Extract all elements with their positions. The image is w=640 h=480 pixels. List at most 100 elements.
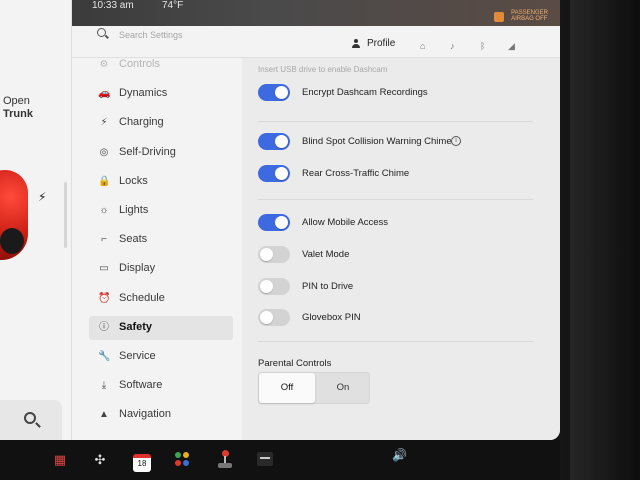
- dot: [183, 460, 189, 466]
- sidebar-item-navigation[interactable]: ▲ Navigation: [89, 403, 233, 427]
- sidebar-item-label: Software: [119, 379, 163, 392]
- dashboard-background: [570, 0, 640, 480]
- toggle-knob: [275, 216, 288, 229]
- settings-search-input[interactable]: [119, 27, 269, 43]
- signal-icon[interactable]: ◢: [508, 41, 515, 52]
- toggle-knob: [275, 86, 288, 99]
- panel-drag-handle[interactable]: [64, 182, 67, 248]
- sidebar-item-locks[interactable]: 🔒 Locks: [89, 170, 233, 194]
- toggle-label: Valet Mode: [302, 249, 350, 260]
- passenger-airbag-status: PASSENGER AIRBAG OFF: [511, 10, 548, 22]
- sidebar-item-safety[interactable]: ⓘ Safety: [89, 315, 233, 340]
- pin-to-drive-toggle[interactable]: [258, 278, 290, 295]
- charge-port-icon[interactable]: ⚡: [38, 190, 46, 204]
- settings-sidebar: ⚙ Controls 🚗 Dynamics ⚡ Charging ◎ Self-Driving…: [72, 58, 242, 440]
- trunk-action-label: Open: [3, 95, 30, 107]
- dot: [175, 452, 181, 458]
- dot: [183, 452, 189, 458]
- sidebar-item-label: Seats: [119, 233, 148, 246]
- sidebar-item-label: Self-Driving: [119, 145, 176, 158]
- toggle-knob: [260, 311, 273, 324]
- sidebar-item-display[interactable]: ▭ Display: [89, 257, 233, 281]
- map-search-button[interactable]: [0, 400, 62, 440]
- toggle-label: Glovebox PIN: [302, 312, 361, 323]
- sidebar-item-label: Controls: [119, 58, 160, 70]
- pin-to-drive-row[interactable]: PIN to Drive: [258, 278, 538, 296]
- rear-cross-traffic-row[interactable]: Rear Cross-Traffic Chime: [258, 165, 538, 183]
- sidebar-item-software[interactable]: ⤓ Software: [89, 374, 233, 398]
- toggle-label: Allow Mobile Access: [302, 217, 389, 228]
- section-divider: [258, 199, 533, 200]
- toggle-knob: [275, 167, 288, 180]
- parental-controls-title: Parental Controls: [258, 358, 332, 369]
- profile-button[interactable]: Profile: [367, 38, 395, 49]
- arcade-icon[interactable]: [218, 450, 232, 470]
- valet-mode-toggle[interactable]: [258, 246, 290, 263]
- alarm-clock-icon: ⏰: [98, 292, 111, 304]
- info-icon[interactable]: i: [451, 136, 461, 146]
- blind-spot-chime-toggle[interactable]: [258, 133, 290, 150]
- toybox-icon[interactable]: [175, 452, 193, 470]
- car-icon: 🚗: [98, 88, 111, 100]
- app-launcher-icon[interactable]: [257, 452, 273, 466]
- lock-icon: 🔒: [98, 175, 111, 187]
- sidebar-item-dynamics[interactable]: 🚗 Dynamics: [89, 82, 233, 106]
- toggle-knob: [260, 248, 273, 261]
- sidebar-item-seats[interactable]: ⌐ Seats: [89, 228, 233, 252]
- touchscreen: 10:33 am 74°F PASSENGER AIRBAG OFF Open …: [0, 0, 560, 440]
- bluetooth-icon[interactable]: ᛒ: [480, 41, 485, 51]
- sidebar-item-controls[interactable]: ⚙ Controls: [89, 53, 233, 77]
- valet-mode-row[interactable]: Valet Mode: [258, 246, 538, 264]
- safety-settings-panel: Insert USB drive to enable Dashcam Encry…: [242, 58, 560, 440]
- sidebar-item-charging[interactable]: ⚡ Charging: [89, 111, 233, 135]
- calendar-icon[interactable]: 18: [133, 454, 151, 472]
- seat-icon: ⌐: [101, 234, 107, 246]
- dot: [175, 460, 181, 466]
- display-icon: ▭: [99, 263, 109, 275]
- alert-circle-icon: ⓘ: [99, 321, 109, 333]
- calendar-day: 18: [137, 459, 147, 468]
- volume-icon[interactable]: 🔊: [392, 448, 407, 462]
- sidebar-item-label: Schedule: [119, 291, 165, 304]
- encrypt-dashcam-row[interactable]: Encrypt Dashcam Recordings: [258, 84, 538, 102]
- sidebar-item-label: Service: [119, 350, 156, 362]
- sidebar-item-service[interactable]: 🔧 Service: [89, 345, 233, 369]
- dashcam-hint: Insert USB drive to enable Dashcam: [258, 65, 388, 74]
- steering-wheel-icon: ◎: [99, 146, 109, 158]
- open-trunk-button[interactable]: Open Trunk: [3, 95, 33, 121]
- sidebar-item-schedule[interactable]: ⏰ Schedule: [89, 287, 233, 311]
- sidebar-item-lights[interactable]: ☼ Lights: [89, 199, 233, 223]
- bell-icon[interactable]: ♪: [450, 41, 455, 51]
- section-divider: [258, 341, 533, 342]
- profile-icon[interactable]: [352, 39, 360, 48]
- mobile-access-row[interactable]: Allow Mobile Access: [258, 214, 538, 232]
- status-bar: 10:33 am 74°F PASSENGER AIRBAG OFF: [72, 0, 560, 26]
- download-icon: ⤓: [101, 380, 107, 392]
- sidebar-item-label: Display: [119, 262, 156, 275]
- sidebar-item-self-driving[interactable]: ◎ Self-Driving: [89, 141, 233, 165]
- clock: 10:33 am: [92, 0, 134, 11]
- app-icon[interactable]: ▦: [50, 452, 70, 468]
- bolt-icon: ⚡: [100, 117, 108, 129]
- blind-spot-chime-row[interactable]: Blind Spot Collision Warning Chime i: [258, 133, 538, 151]
- sidebar-item-label: Dynamics: [119, 87, 168, 100]
- parental-on-button[interactable]: On: [315, 373, 371, 403]
- car-wheel: [0, 228, 24, 254]
- parental-off-button[interactable]: Off: [259, 373, 315, 403]
- sidebar-item-label: Locks: [119, 174, 148, 187]
- toggle-label: Blind Spot Collision Warning Chime: [302, 136, 452, 147]
- mobile-access-toggle[interactable]: [258, 214, 290, 231]
- taskbar: [0, 440, 560, 480]
- glovebox-pin-row[interactable]: Glovebox PIN: [258, 309, 538, 327]
- encrypt-dashcam-toggle[interactable]: [258, 84, 290, 101]
- toggle-knob: [260, 280, 273, 293]
- fan-icon[interactable]: ✣: [90, 452, 110, 468]
- rear-cross-traffic-toggle[interactable]: [258, 165, 290, 182]
- search-icon: [24, 412, 36, 424]
- car-visualization-panel: Open Trunk ⚡: [0, 0, 72, 440]
- glovebox-pin-toggle[interactable]: [258, 309, 290, 326]
- home-icon[interactable]: ⌂: [420, 41, 425, 51]
- toggle-knob: [275, 135, 288, 148]
- section-divider: [258, 121, 533, 122]
- toggle-icon: ⚙: [99, 59, 109, 70]
